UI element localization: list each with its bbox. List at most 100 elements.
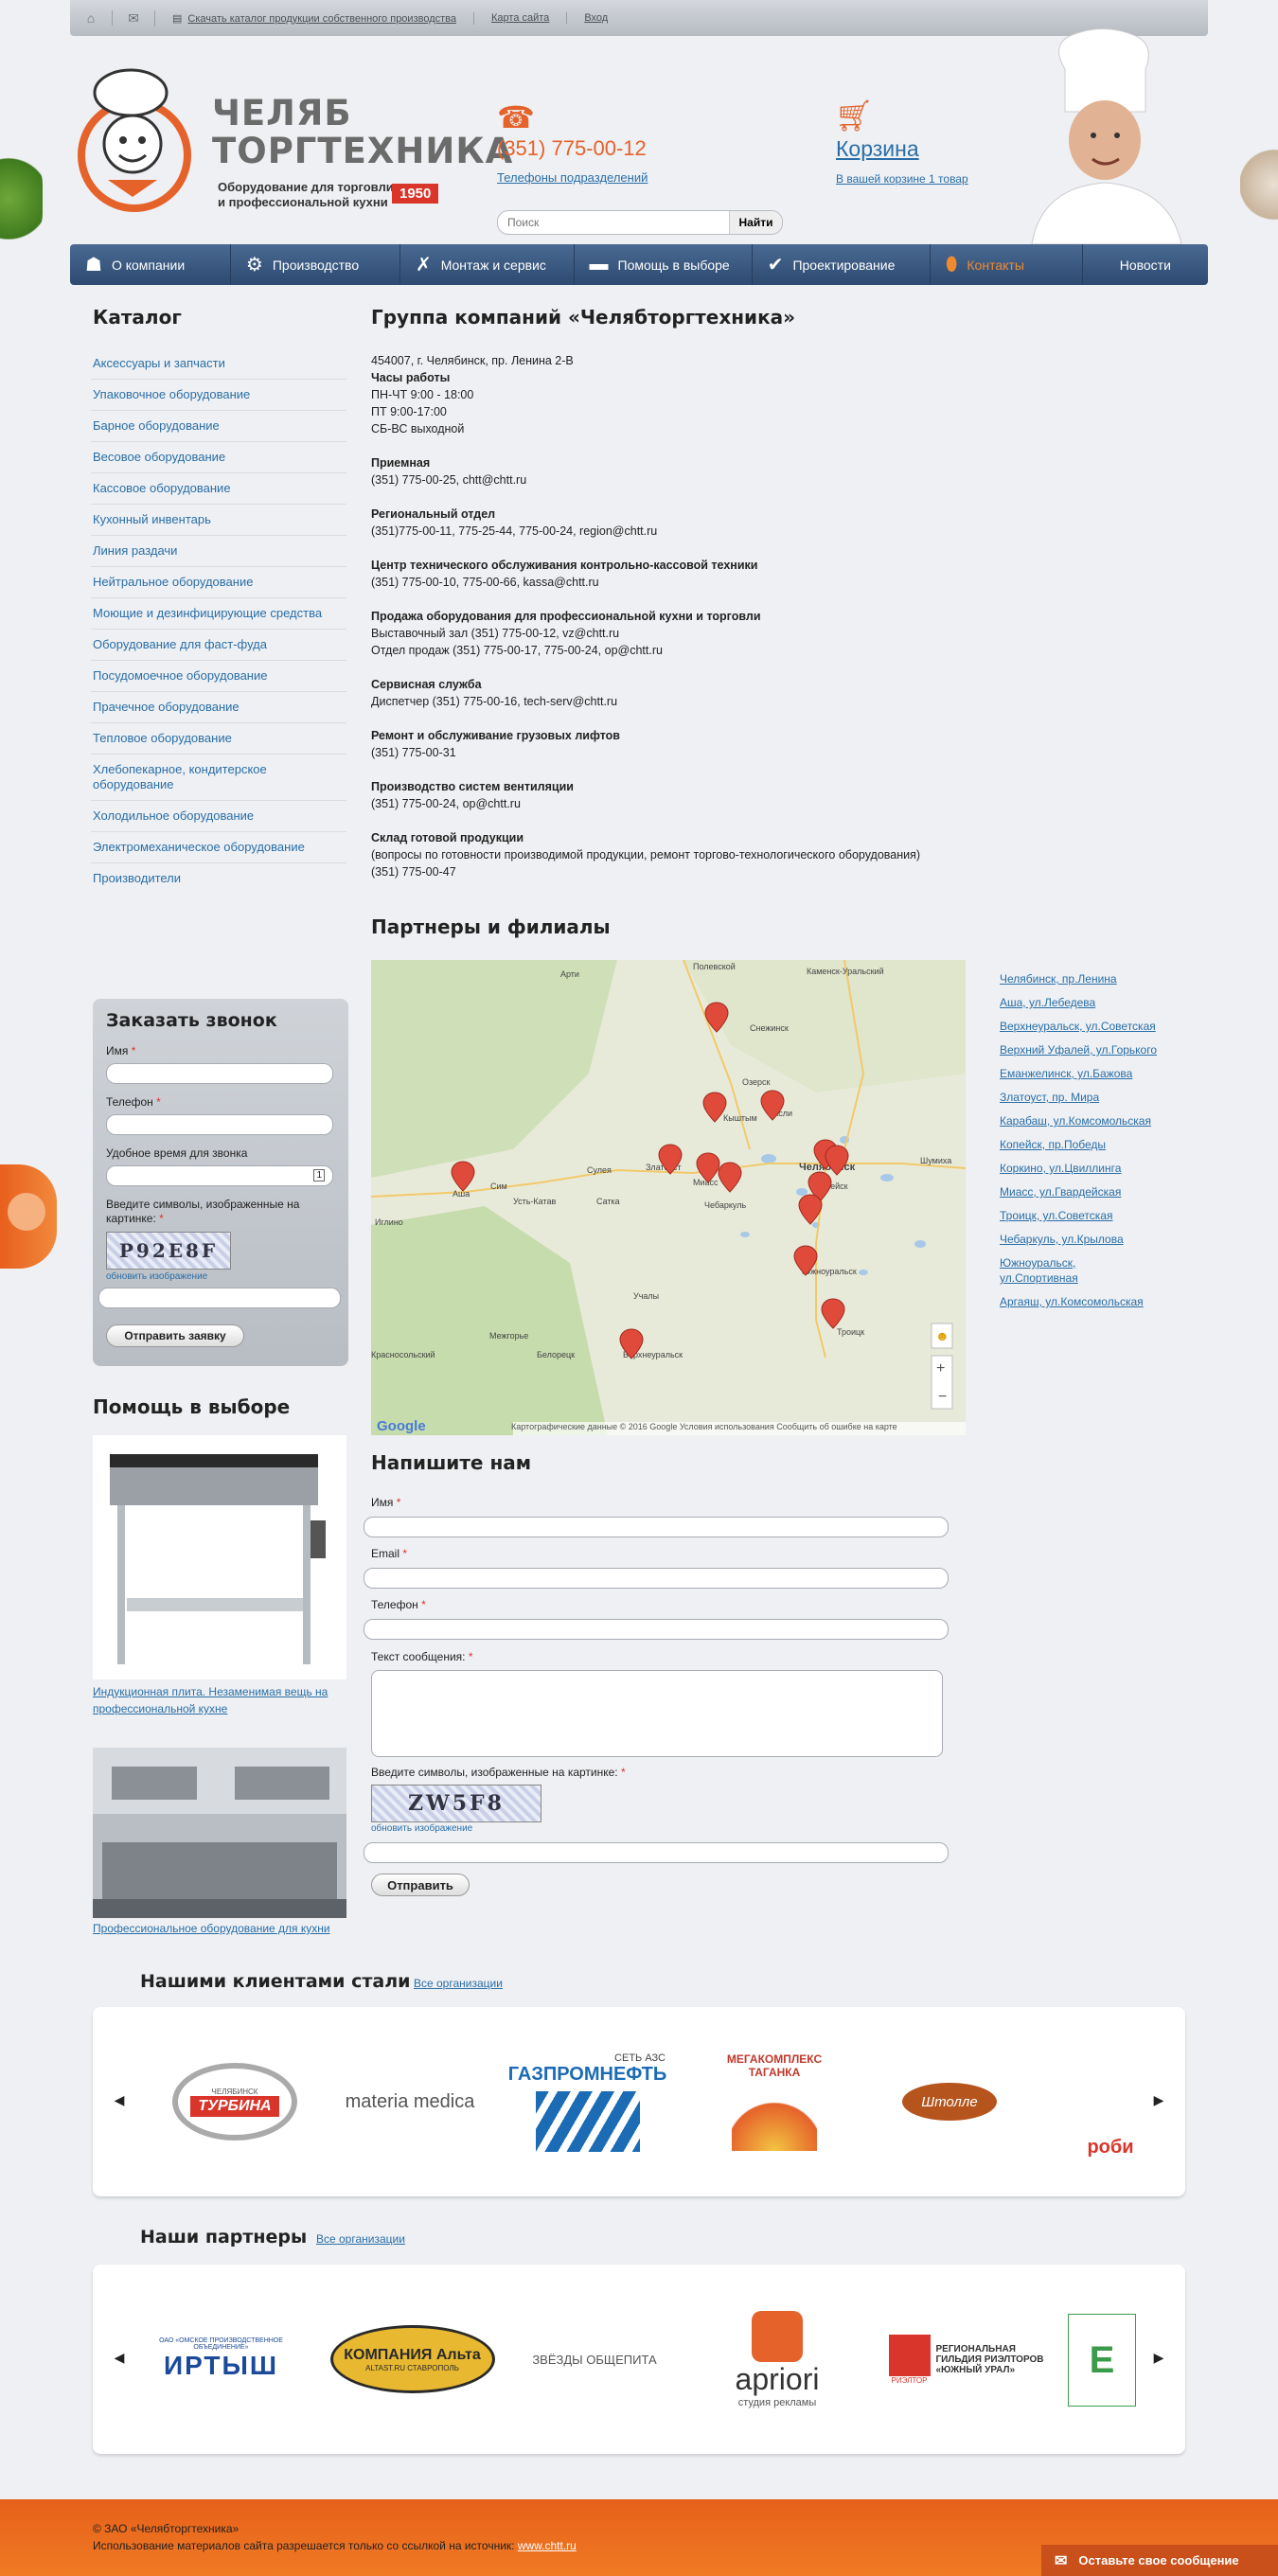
catalog-item[interactable]: Посудомоечное оборудование	[91, 661, 346, 692]
branch-link[interactable]: Коркино, ул.Цвиллинга	[1000, 1161, 1198, 1176]
client-logo[interactable]: ЧЕЛЯБИНСК ТУРБИНА	[169, 2054, 301, 2149]
branch-link[interactable]: Еманжелинск, ул.Бажова	[1000, 1066, 1198, 1081]
calendar-icon[interactable]: 1	[313, 1169, 325, 1181]
carousel-prev-arrow[interactable]: ◀	[110, 2350, 129, 2366]
footer-site-link[interactable]: www.chtt.ru	[518, 2539, 577, 2552]
callback-phone-input[interactable]	[106, 1114, 333, 1135]
nav-item-production[interactable]: ⚙ Производство	[231, 244, 400, 285]
callback-captcha-refresh[interactable]: обновить изображение	[106, 1271, 207, 1282]
client-logo[interactable]: Штолле	[897, 2073, 1002, 2130]
pegman-icon: ☻	[935, 1328, 950, 1343]
branches-map[interactable]: Полевской Каменск-Уральский Арти Снежинс…	[371, 960, 966, 1435]
form-submit-button[interactable]: Отправить	[371, 1874, 470, 1896]
help-item-link[interactable]: Профессиональное оборудование для кухни	[93, 1922, 330, 1935]
branch-link[interactable]: Верхнеуральск, ул.Советская	[1000, 1019, 1198, 1034]
catalog-item[interactable]: Хлебопекарное, кондитерское оборудование	[91, 755, 346, 801]
envelope-icon: ✉	[1055, 2552, 1068, 2569]
catalog-item[interactable]: Производители	[91, 863, 346, 894]
branch-link[interactable]: Карабаш, ул.Комсомольская	[1000, 1113, 1198, 1128]
nav-item-news[interactable]: Новости	[1083, 244, 1208, 285]
catalog-item[interactable]: Барное оборудование	[91, 411, 346, 442]
partner-logo[interactable]: Е	[1068, 2314, 1136, 2407]
induction-stove-image[interactable]	[93, 1435, 346, 1679]
partner-logo[interactable]: КОМПАНИЯ Альта ALTAST.RU СТАВРОПОЛЬ	[329, 2323, 495, 2395]
callback-time-input[interactable]: 1	[106, 1165, 333, 1186]
branch-link[interactable]: Чебаркуль, ул.Крылова	[1000, 1232, 1198, 1247]
branch-link[interactable]: Аргаяш, ул.Комсомольская	[1000, 1294, 1198, 1309]
catalog-item[interactable]: Кассовое оборудование	[91, 473, 346, 505]
catalog-item[interactable]: Линия раздачи	[91, 536, 346, 567]
nav-item-installation[interactable]: ✗ Монтаж и сервис	[400, 244, 575, 285]
branch-link[interactable]: Троицк, ул.Советская	[1000, 1208, 1198, 1223]
cart-icon[interactable]: 🛒︎	[835, 98, 874, 133]
form-phone-label: Телефон *	[371, 1598, 426, 1611]
branch-link[interactable]: Миасс, ул.Гвардейская	[1000, 1184, 1198, 1199]
cart-summary-link[interactable]: В вашей корзине 1 товар	[836, 172, 968, 186]
carousel-next-arrow[interactable]: ▶	[1149, 2092, 1168, 2108]
client-logo[interactable]: МЕГАКОМПЛЕКС ТАГАНКА	[708, 2035, 841, 2168]
help-item-link[interactable]: Индукционная плита. Незаменимая вещь на …	[93, 1683, 348, 1717]
map-place: Сатка	[596, 1197, 620, 1206]
form-captcha-input[interactable]	[364, 1842, 949, 1863]
home-icon[interactable]: ⌂	[70, 10, 113, 26]
nav-item-contacts[interactable]: ⬮ Контакты	[931, 244, 1083, 285]
page: ⌂ ✉ ▤ Скачать каталог продукции собственн…	[0, 0, 1278, 2576]
vegetables-decoration	[0, 142, 43, 256]
department-phones-link[interactable]: Телефоны подразделений	[497, 170, 648, 185]
callback-name-input[interactable]	[106, 1063, 333, 1084]
sitemap-link[interactable]: Карта сайта	[474, 12, 568, 24]
callback-captcha-input[interactable]	[98, 1288, 341, 1308]
form-captcha-refresh[interactable]: обновить изображение	[371, 1823, 472, 1834]
cart-link[interactable]: Корзина	[836, 136, 919, 162]
nav-item-help[interactable]: ▬ Помощь в выборе	[575, 244, 753, 285]
clients-all-link[interactable]: Все организации	[414, 1977, 503, 1990]
branch-link[interactable]: Челябинск, пр.Ленина	[1000, 971, 1198, 986]
branch-link[interactable]: Верхний Уфалей, ул.Горького	[1000, 1042, 1198, 1057]
nav-item-design[interactable]: ✔ Проектирование	[753, 244, 931, 285]
branch-link[interactable]: Аша, ул.Лебедева	[1000, 995, 1198, 1010]
map-place: Троицк	[837, 1327, 864, 1337]
map-place: Шумиха	[920, 1156, 951, 1165]
partner-logo[interactable]: ЗВЁЗДЫ ОБЩЕПИТА	[509, 2345, 680, 2373]
client-logo[interactable]: роби	[1082, 2045, 1139, 2159]
partner-logo[interactable]: ОАО «ОМСКОЕ ПРОИЗВОДСТВЕННОЕ ОБЪЕДИНЕНИЕ…	[138, 2326, 304, 2392]
catalog-item[interactable]: Прачечное оборудование	[91, 692, 346, 723]
catalog-item[interactable]: Аксессуары и запчасти	[91, 348, 346, 380]
branch-link[interactable]: Златоуст, пр. Мира	[1000, 1090, 1198, 1105]
mail-icon[interactable]: ✉	[113, 9, 155, 27]
partner-logo[interactable]: apriori студия рекламы	[706, 2293, 848, 2425]
catalog-item[interactable]: Тепловое оборудование	[91, 723, 346, 755]
branch-list: Челябинск, пр.Ленина Аша, ул.Лебедева Ве…	[1000, 971, 1198, 1318]
nav-item-about[interactable]: ☗ О компании	[70, 244, 231, 285]
carousel-prev-arrow[interactable]: ◀	[110, 2092, 129, 2108]
search-button[interactable]: Найти	[729, 211, 782, 234]
partners-all-link[interactable]: Все организации	[316, 2232, 405, 2246]
client-logo[interactable]: СЕТЬ АЗС ГАЗПРОМНЕФТЬ	[508, 2035, 666, 2168]
catalog-download-link[interactable]: ▤ Скачать каталог продукции собственного …	[155, 11, 475, 25]
catalog-item[interactable]: Весовое оборудование	[91, 442, 346, 473]
leave-message-button[interactable]: ✉ Оставьте свое сообщение	[1041, 2545, 1278, 2576]
partner-logo[interactable]: РИЭЛТОР РЕГИОНАЛЬНАЯ ГИЛЬДИЯ РИЭЛТОРОВ «…	[886, 2323, 1061, 2395]
carousel-next-arrow[interactable]: ▶	[1149, 2350, 1168, 2366]
catalog-item[interactable]: Электромеханическое оборудование	[91, 832, 346, 863]
logo-subtitle: Оборудование для торговли и профессионал…	[218, 180, 394, 209]
catalog-item[interactable]: Оборудование для фаст-фуда	[91, 630, 346, 661]
catalog-item[interactable]: Упаковочное оборудование	[91, 380, 346, 411]
catalog-item[interactable]: Кухонный инвентарь	[91, 505, 346, 536]
callback-submit-button[interactable]: Отправить заявку	[106, 1324, 244, 1347]
form-email-input[interactable]	[364, 1568, 949, 1589]
catalog-item[interactable]: Нейтральное оборудование	[91, 567, 346, 598]
chat-icon: ▬	[589, 254, 609, 275]
form-phone-input[interactable]	[364, 1619, 949, 1640]
search-input[interactable]	[498, 213, 729, 232]
branch-link[interactable]: Южноуральск, ул.Спортивная	[1000, 1255, 1104, 1286]
login-link[interactable]: Вход	[567, 12, 625, 24]
branch-link[interactable]: Копейск, пр.Победы	[1000, 1137, 1198, 1152]
form-name-input[interactable]	[364, 1517, 949, 1537]
logo-chef-icon[interactable]	[70, 64, 204, 212]
catalog-item[interactable]: Холодильное оборудование	[91, 801, 346, 832]
kitchen-equipment-image[interactable]	[93, 1748, 346, 1918]
client-logo[interactable]: materia medica	[325, 2064, 495, 2140]
form-message-textarea[interactable]	[371, 1670, 943, 1757]
catalog-item[interactable]: Моющие и дезинфицирующие средства	[91, 598, 346, 630]
